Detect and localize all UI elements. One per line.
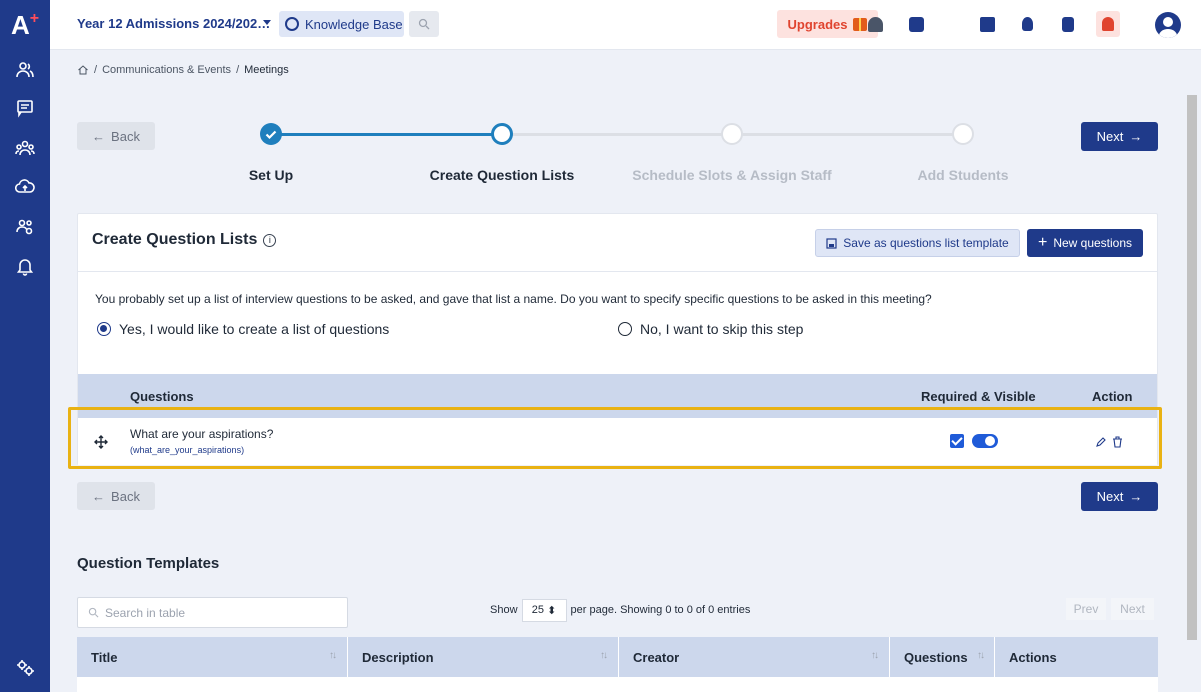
step-2-label: Create Question Lists [429,167,575,183]
next-label: Next [1096,129,1124,144]
search-button[interactable] [409,11,439,37]
step-4-pending-icon[interactable] [952,123,974,145]
next-page-button[interactable]: Next [1111,598,1154,620]
page-size-select[interactable]: 25 ⬍ [521,598,567,622]
header-questions: Questions [130,389,194,404]
home-icon[interactable] [77,64,89,76]
col-description[interactable]: Description ↑↓ [348,637,619,677]
back-label: Back [111,128,140,144]
back-label: Back [111,488,140,504]
radio-no[interactable] [618,322,632,336]
breadcrumb-separator: / [94,64,98,76]
lifebuoy-icon [285,17,299,31]
step-3-pending-icon[interactable] [721,123,743,145]
new-questions-button[interactable]: + New questions [1027,229,1143,257]
col-title[interactable]: Title ↑↓ [77,637,348,677]
calendar-icon[interactable] [976,13,998,35]
step-3-label: Schedule Slots & Assign Staff [632,167,832,183]
prompt-text: You probably set up a list of interview … [95,292,932,306]
next-label: Next [1096,489,1124,504]
card-title: Create Question Lists i [92,231,277,249]
sort-icon: ↑↓ [329,650,337,661]
sort-icon: ↑↓ [977,650,985,661]
context-title[interactable]: Year 12 Admissions 2024/202… [77,16,270,31]
team-settings-icon[interactable] [12,214,38,240]
knowledge-base-label: Knowledge Base [305,16,403,32]
group-icon[interactable] [12,135,38,161]
col-creator[interactable]: Creator ↑↓ [619,637,890,677]
next-button-bottom[interactable]: Next → [1081,482,1158,511]
search-placeholder: Search in table [105,605,186,620]
new-questions-label: New questions [1053,236,1133,250]
sort-icon: ↑↓ [600,650,608,661]
breadcrumb-separator: / [236,64,240,76]
templates-search-input[interactable]: Search in table [77,597,348,628]
plus-icon: + [1037,234,1048,251]
breadcrumb-item-communications[interactable]: Communications & Events [102,64,231,76]
back-button-top[interactable]: ← Back [77,122,155,150]
arrow-left-icon: ← [92,488,106,504]
header-required: Required & Visible [921,389,1036,404]
upgrades-button[interactable]: Upgrades [777,10,878,38]
radio-yes[interactable] [97,322,111,336]
arrow-right-icon: → [1129,129,1143,144]
next-button-top[interactable]: Next → [1081,122,1158,151]
breadcrumb: / Communications & Events / Meetings [77,64,289,76]
option-yes[interactable]: Yes, I would like to create a list of qu… [97,321,389,337]
page-size-control: Show 25 ⬍ per page. Showing 0 to 0 of 0 … [490,597,750,623]
upgrades-label: Upgrades [787,16,848,32]
settings-icon[interactable] [12,655,38,681]
step-1-label: Set Up [248,167,294,183]
templates-table-body [77,677,1158,692]
help-chat-icon[interactable] [905,13,927,35]
scrollbar[interactable] [1187,95,1197,640]
document-icon[interactable] [1057,13,1079,35]
templates-title: Question Templates [77,555,220,572]
arrow-left-icon: ← [92,128,106,144]
info-icon[interactable]: i [263,233,277,247]
stepper-progress-line [271,133,502,136]
prev-page-button[interactable]: Prev [1066,598,1106,620]
templates-table-header: Title ↑↓ Description ↑↓ Creator ↑↓ Question… [77,637,1158,677]
lightbulb-icon[interactable] [1016,13,1038,35]
option-yes-label: Yes, I would like to create a list of qu… [119,321,390,337]
alert-bell-icon[interactable] [1096,11,1120,37]
step-2-current-icon[interactable] [491,123,513,145]
entries-info: per page. Showing 0 to 0 of 0 entries [570,604,751,616]
breadcrumb-item-meetings: Meetings [244,64,289,76]
col-questions[interactable]: Questions ↑↓ [890,637,995,677]
save-template-label: Save as questions list template [843,236,1009,250]
avatar[interactable] [1155,12,1181,38]
back-button-bottom[interactable]: ← Back [77,482,155,510]
notifications-icon[interactable] [12,253,38,279]
sort-icon: ↑↓ [871,650,879,661]
messages-icon[interactable] [12,95,38,121]
search-icon [88,607,99,618]
knowledge-base-button[interactable]: Knowledge Base [279,11,404,37]
card-title-text: Create Question Lists [92,231,258,248]
search-icon [418,18,430,30]
save-icon [826,237,837,249]
highlight-box [68,407,1162,469]
step-4-label: Add Students [917,167,1009,183]
cloud-upload-icon[interactable] [12,174,38,200]
header-action: Action [1092,389,1133,404]
top-bar: Year 12 Admissions 2024/202… Knowledge B… [50,0,1201,50]
save-template-button[interactable]: Save as questions list template [815,229,1020,257]
celebration-icon[interactable] [864,13,886,35]
users-icon[interactable] [12,57,38,83]
show-label: Show [490,604,518,616]
col-actions: Actions [1009,650,1057,665]
step-1-complete-icon[interactable] [260,123,282,145]
divider [78,271,1157,272]
arrow-right-icon: → [1129,489,1143,504]
sidebar: A + [0,0,50,692]
app-logo[interactable]: A + [0,0,50,50]
option-no-label: No, I want to skip this step [640,321,804,337]
chevron-down-icon[interactable] [263,20,271,25]
option-no[interactable]: No, I want to skip this step [618,321,803,337]
